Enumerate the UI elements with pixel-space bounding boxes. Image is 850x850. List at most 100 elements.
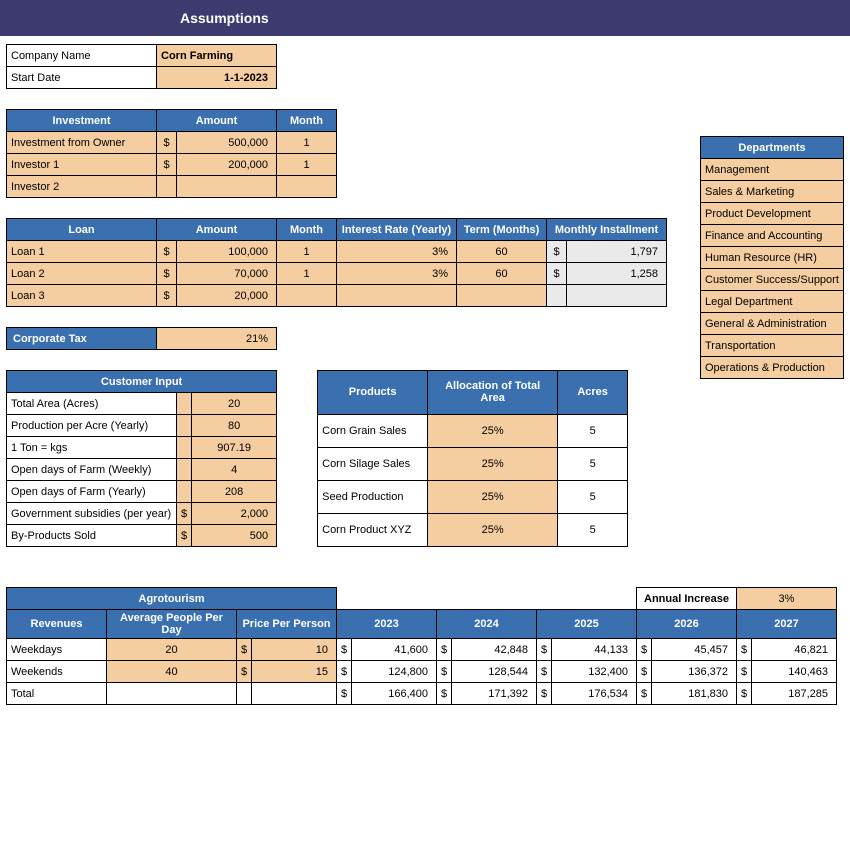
ci1-val[interactable]: 80 <box>192 415 277 437</box>
company-name-value[interactable]: Corn Farming <box>157 45 277 67</box>
loan-hdr-1: Amount <box>157 219 277 241</box>
agro1-c2: $ <box>337 661 352 683</box>
loan-hdr-4: Term (Months) <box>457 219 547 241</box>
loan0-rate[interactable]: 3% <box>337 241 457 263</box>
agro-hdr-3: 2023 <box>337 610 437 639</box>
loan0-term[interactable]: 60 <box>457 241 547 263</box>
inv-row0-month[interactable]: 1 <box>277 132 337 154</box>
ci5-lbl: Government subsidies (per year) <box>7 503 177 525</box>
loan1-term[interactable]: 60 <box>457 263 547 285</box>
annual-increase-value[interactable]: 3% <box>737 588 837 610</box>
loan-hdr-0: Loan <box>7 219 157 241</box>
agro0-2023: 41,600 <box>352 639 437 661</box>
ci2-cur <box>177 437 192 459</box>
ci6-val[interactable]: 500 <box>192 525 277 547</box>
page-title: Assumptions <box>0 0 850 36</box>
loan1-cur2: $ <box>547 263 567 285</box>
p3-alloc[interactable]: 25% <box>428 513 558 546</box>
ci3-val[interactable]: 4 <box>192 459 277 481</box>
loan-table: Loan Amount Month Interest Rate (Yearly)… <box>6 218 667 307</box>
agro2-lbl: Total <box>7 683 107 705</box>
dept-9: Operations & Production <box>701 357 844 379</box>
loan1-rate[interactable]: 3% <box>337 263 457 285</box>
p2-alloc[interactable]: 25% <box>428 480 558 513</box>
agro-hdr-5: 2025 <box>537 610 637 639</box>
agro2-2027: 187,285 <box>752 683 837 705</box>
company-name-label: Company Name <box>7 45 157 67</box>
inv-row0-cur: $ <box>157 132 177 154</box>
prod-hdr-2: Acres <box>558 371 628 415</box>
corporate-tax-table: Corporate Tax 21% <box>6 327 277 350</box>
loan2-inst <box>567 285 667 307</box>
agro2-2026: 181,830 <box>652 683 737 705</box>
agro0-lbl: Weekdays <box>7 639 107 661</box>
dept-7: General & Administration <box>701 313 844 335</box>
ci4-cur <box>177 481 192 503</box>
p2-acres: 5 <box>558 480 628 513</box>
investment-hdr-1: Amount <box>157 110 277 132</box>
inv-row0-amount[interactable]: 500,000 <box>177 132 277 154</box>
ci3-lbl: Open days of Farm (Weekly) <box>7 459 177 481</box>
agro1-lbl: Weekends <box>7 661 107 683</box>
loan2-amount[interactable]: 20,000 <box>177 285 277 307</box>
agro-hdr-7: 2027 <box>737 610 837 639</box>
inv-row1-month[interactable]: 1 <box>277 154 337 176</box>
loan-hdr-2: Month <box>277 219 337 241</box>
agro0-c2: $ <box>337 639 352 661</box>
inv-row0-label: Investment from Owner <box>7 132 157 154</box>
agro2-c3: $ <box>437 683 452 705</box>
ci5-cur: $ <box>177 503 192 525</box>
inv-row1-cur: $ <box>157 154 177 176</box>
ci4-val[interactable]: 208 <box>192 481 277 503</box>
start-date-value[interactable]: 1-1-2023 <box>157 67 277 89</box>
ci5-val[interactable]: 2,000 <box>192 503 277 525</box>
agro-title: Agrotourism <box>7 588 337 610</box>
loan2-rate[interactable] <box>337 285 457 307</box>
dept-2: Product Development <box>701 203 844 225</box>
loan2-term[interactable] <box>457 285 547 307</box>
p1-alloc[interactable]: 25% <box>428 447 558 480</box>
ci4-lbl: Open days of Farm (Yearly) <box>7 481 177 503</box>
loan2-month[interactable] <box>277 285 337 307</box>
agro1-c6: $ <box>737 661 752 683</box>
inv-row1-amount[interactable]: 200,000 <box>177 154 277 176</box>
ci2-val[interactable]: 907.19 <box>192 437 277 459</box>
corp-tax-value[interactable]: 21% <box>157 328 277 350</box>
agro0-c6: $ <box>737 639 752 661</box>
p1-lbl: Corn Silage Sales <box>318 447 428 480</box>
ci6-cur: $ <box>177 525 192 547</box>
inv-row2-month[interactable] <box>277 176 337 198</box>
agrotourism-table: Agrotourism Annual Increase 3% Revenues … <box>6 587 837 705</box>
loan0-month[interactable]: 1 <box>277 241 337 263</box>
agro0-avg[interactable]: 20 <box>107 639 237 661</box>
dept-6: Legal Department <box>701 291 844 313</box>
agro0-price[interactable]: 10 <box>252 639 337 661</box>
agro1-2024: 128,544 <box>452 661 537 683</box>
loan1-amount[interactable]: 70,000 <box>177 263 277 285</box>
agro-hdr-6: 2026 <box>637 610 737 639</box>
loan1-month[interactable]: 1 <box>277 263 337 285</box>
loan0-cur2: $ <box>547 241 567 263</box>
prod-hdr-0: Products <box>318 371 428 415</box>
agro0-cur1: $ <box>237 639 252 661</box>
p0-alloc[interactable]: 25% <box>428 414 558 447</box>
loan2-cur2 <box>547 285 567 307</box>
agro0-2027: 46,821 <box>752 639 837 661</box>
agro1-price[interactable]: 15 <box>252 661 337 683</box>
loan1-inst: 1,258 <box>567 263 667 285</box>
agro2-2025: 176,534 <box>552 683 637 705</box>
agro0-c4: $ <box>537 639 552 661</box>
loan0-amount[interactable]: 100,000 <box>177 241 277 263</box>
inv-row2-amount[interactable] <box>177 176 277 198</box>
agro2-cur1 <box>237 683 252 705</box>
agro1-2027: 140,463 <box>752 661 837 683</box>
agro1-avg[interactable]: 40 <box>107 661 237 683</box>
agro2-c4: $ <box>537 683 552 705</box>
agro0-c5: $ <box>637 639 652 661</box>
agro-hdr-4: 2024 <box>437 610 537 639</box>
prod-hdr-1: Allocation of Total Area <box>428 371 558 415</box>
loan-hdr-5: Monthly Installment <box>547 219 667 241</box>
ci0-val[interactable]: 20 <box>192 393 277 415</box>
ci6-lbl: By-Products Sold <box>7 525 177 547</box>
dept-5: Customer Success/Support <box>701 269 844 291</box>
